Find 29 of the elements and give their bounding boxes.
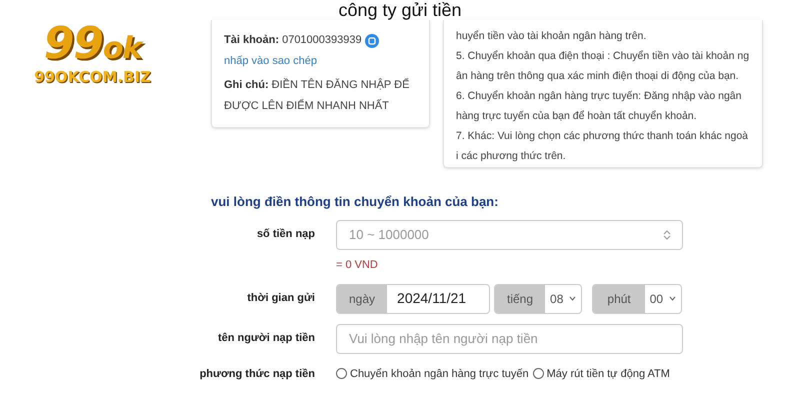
- date-field[interactable]: ngày 2024/11/21: [336, 284, 490, 314]
- page-title: công ty gửi tiền: [338, 0, 462, 20]
- date-input[interactable]: 2024/11/21: [387, 284, 489, 312]
- method-text: 7. Khác: Vui lòng chọn các phương thức thanh toán khác ngoài các phương thức trên.: [456, 129, 750, 164]
- field-label: số tiền nạp: [256, 227, 315, 242]
- radio-button[interactable]: [532, 368, 544, 380]
- amount-field[interactable]: 10 ~ 1000000: [336, 220, 683, 250]
- copy-icon[interactable]: [364, 34, 379, 48]
- converted-amount: = 0 VND: [336, 258, 378, 270]
- account-number: 0701000393939: [282, 34, 362, 46]
- field-label: Tài khoản:: [224, 34, 280, 46]
- date-label: ngày: [337, 284, 388, 312]
- spinner-icon[interactable]: [662, 228, 672, 240]
- radio-button[interactable]: [336, 368, 347, 380]
- note-text: Ghi chú: ĐIỀN TÊN ĐĂNG NHẬP ĐỂ ĐƯỢC LÊN ĐIỂM NHANH NHẤT: [224, 77, 410, 114]
- field-label: thời gian gửi: [247, 291, 315, 306]
- amount-input[interactable]: 10 ~ 1000000: [349, 224, 662, 244]
- logo-domain: 99OKCOM.BIZ: [34, 70, 151, 85]
- radio-label[interactable]: Máy rút tiền tự động ATM: [546, 366, 670, 382]
- copy-link[interactable]: nhấp vào sao chép: [224, 51, 417, 72]
- field-label: tên người nạp tiền: [218, 331, 315, 346]
- depositor-field[interactable]: Vui lòng nhập tên người nạp tiền: [336, 324, 683, 354]
- method-text: 6. Chuyển khoản ngân hàng trực tuyến: Đăng nhập vào ngân hàng trực tuyến của bạn để hoàn tất chuyển khoản.: [456, 89, 742, 124]
- field-label: phương thức nạp tiền: [200, 366, 315, 382]
- method-text: 5. Chuyển khoản qua điện thoại : Chuyển tiền vào tài khoản ngân hàng trên thông qua xác minh điện thoại di động của bạn.: [456, 49, 750, 84]
- radio-label[interactable]: Chuyển khoản ngân hàng trực tuyến: [350, 366, 529, 382]
- logo-mark: 99ok: [44, 22, 142, 66]
- method-text: huyển tiền vào tài khoản ngân hàng trên.: [456, 29, 648, 44]
- form-heading: vui lòng điền thông tin chuyển khoản của bạn:: [211, 193, 500, 211]
